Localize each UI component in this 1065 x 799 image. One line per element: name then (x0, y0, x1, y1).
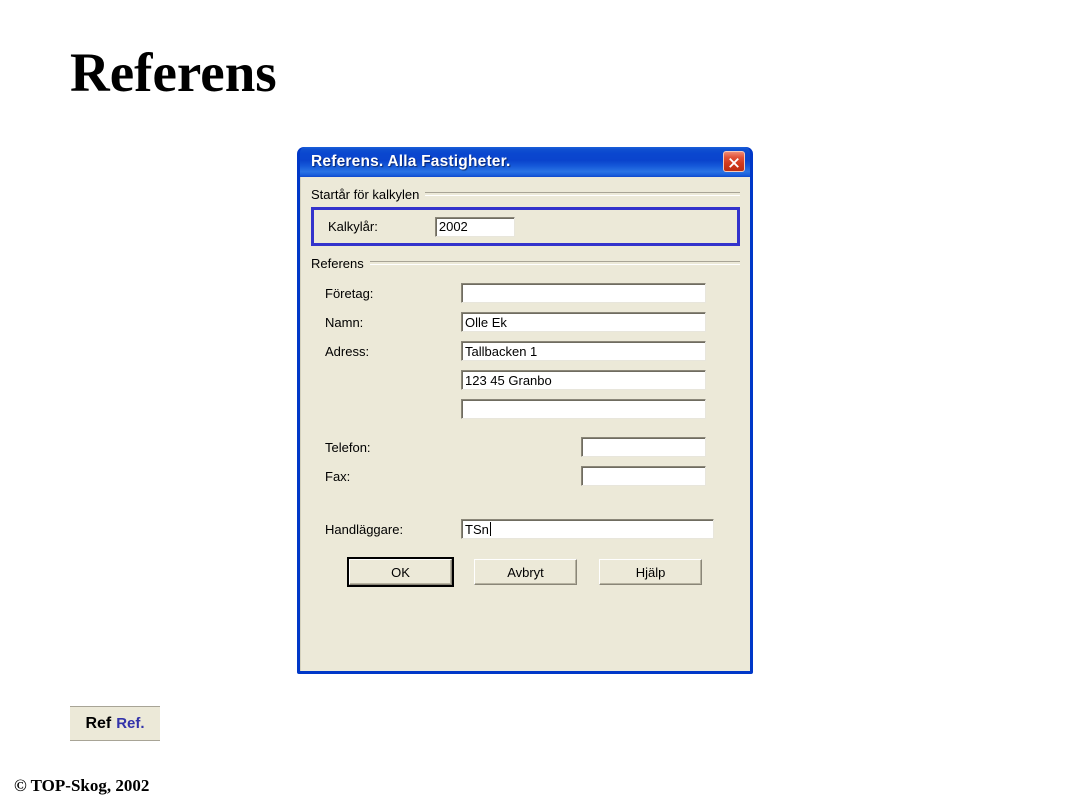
dialog-button-row: OK Avbryt Hjälp (311, 557, 740, 587)
kalkylar-input[interactable]: 2002 (434, 216, 515, 237)
field-label-foretag: Företag: (325, 285, 374, 301)
foretag-input[interactable] (461, 283, 706, 303)
row-adress-line2: 123 45 Granbo (311, 370, 740, 390)
field-label-fax: Fax: (325, 468, 351, 484)
close-icon (727, 155, 741, 169)
ref-icon: Ref (85, 714, 112, 732)
field-label-namn: Namn: (325, 314, 364, 330)
kalkylar-highlight-box: Kalkylår: 2002 (311, 207, 740, 246)
handlaggare-value: TSn (465, 521, 489, 537)
referens-dialog: Referens. Alla Fastigheter. Startår för … (297, 147, 753, 674)
adress-line1-input[interactable]: Tallbacken 1 (461, 341, 706, 361)
help-button[interactable]: Hjälp (599, 559, 702, 585)
row-foretag: Företag: (311, 283, 740, 303)
group-label-referens: Referens (311, 255, 364, 271)
row-telefon: Telefon: (311, 437, 740, 457)
page-title: Referens (70, 42, 277, 103)
ref-toolbar-button[interactable]: Ref Ref. (70, 706, 160, 741)
field-label-handlaggare: Handläggare: (325, 521, 404, 537)
adress-line3-input[interactable] (461, 399, 706, 419)
ok-button[interactable]: OK (347, 557, 454, 587)
group-startar-for-kalkylen: Startår för kalkylen Kalkylår: 2002 (311, 186, 740, 246)
row-fax: Fax: (311, 466, 740, 486)
fax-input[interactable] (581, 466, 706, 486)
copyright-footer: © TOP-Skog, 2002 (14, 776, 150, 795)
dialog-titlebar[interactable]: Referens. Alla Fastigheter. (300, 147, 750, 177)
field-label-telefon: Telefon: (325, 439, 371, 455)
row-adress: Adress: Tallbacken 1 (311, 341, 740, 361)
dialog-body: Startår för kalkylen Kalkylår: 2002 Refe… (300, 177, 750, 671)
group-header: Referens (311, 255, 740, 271)
namn-input[interactable]: Olle Ek (461, 312, 706, 332)
group-label-startar: Startår för kalkylen (311, 186, 420, 202)
group-referens: Referens Företag: Namn: Olle Ek Adress: … (311, 255, 740, 587)
dialog-title: Referens. Alla Fastigheter. (311, 153, 511, 170)
field-label-kalkylar: Kalkylår: (328, 219, 378, 234)
referens-fields: Företag: Namn: Olle Ek Adress: Tallbacke… (311, 283, 740, 587)
field-label-adress: Adress: (325, 343, 370, 359)
close-button[interactable] (723, 151, 745, 172)
row-namn: Namn: Olle Ek (311, 312, 740, 332)
row-handlaggare: Handläggare: TSn (311, 519, 740, 539)
group-divider (425, 192, 740, 196)
text-caret (489, 522, 491, 536)
ref-toolbar-label: Ref. (116, 715, 145, 732)
group-header: Startår för kalkylen (311, 186, 740, 202)
telefon-input[interactable] (581, 437, 706, 457)
cancel-button[interactable]: Avbryt (474, 559, 577, 585)
group-divider (369, 261, 740, 265)
handlaggare-input[interactable]: TSn (461, 519, 714, 539)
row-adress-line3 (311, 399, 740, 419)
adress-line2-input[interactable]: 123 45 Granbo (461, 370, 706, 390)
